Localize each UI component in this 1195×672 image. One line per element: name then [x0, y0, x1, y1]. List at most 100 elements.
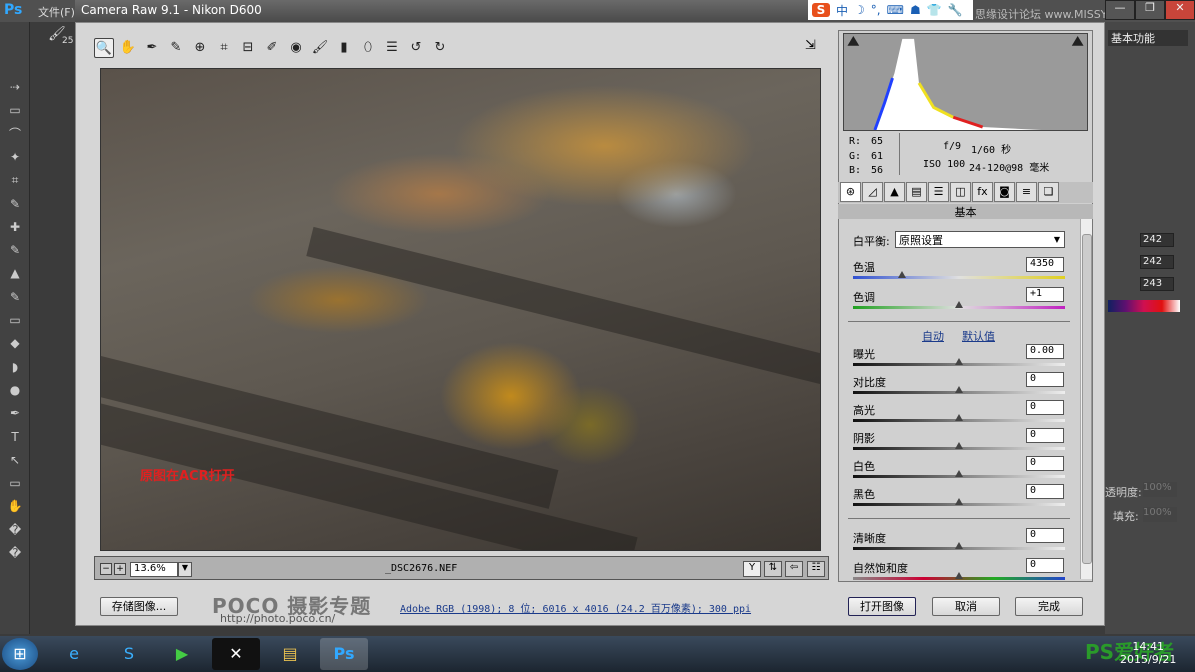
open-image-button[interactable]: 打开图像	[848, 597, 916, 616]
save-image-button[interactable]: 存储图像...	[100, 597, 178, 616]
slider-value-field[interactable]: 0	[1026, 372, 1064, 387]
slider-value-field[interactable]: 0	[1026, 456, 1064, 471]
fullscreen-icon[interactable]: ⇲	[805, 38, 823, 56]
tab-effects-icon[interactable]: fx	[972, 182, 993, 202]
tab-basic-icon[interactable]: ⊛	[840, 182, 861, 202]
graduated-filter-icon[interactable]: ▮	[334, 38, 354, 58]
color-ramp[interactable]	[1108, 300, 1180, 312]
straighten-tool-icon[interactable]: ⊟	[238, 38, 258, 58]
default-link[interactable]: 默认值	[962, 328, 995, 344]
media-player-icon[interactable]: ▶	[158, 638, 206, 670]
adjustment-brush-icon[interactable]: 🖌	[310, 38, 330, 58]
ps-tool-icon[interactable]: ▲	[7, 266, 23, 280]
ime-chinese[interactable]: 中	[836, 2, 848, 19]
tab-presets-icon[interactable]: ≡	[1016, 182, 1037, 202]
slider-thumb[interactable]	[955, 572, 963, 579]
slider-thumb[interactable]	[955, 542, 963, 549]
ime-moon-icon[interactable]: ☽	[854, 3, 865, 17]
targeted-adjustment-icon[interactable]: ⊕	[190, 38, 210, 58]
close-button[interactable]: ✕	[1165, 0, 1195, 20]
tab-hsl-icon[interactable]: ▤	[906, 182, 927, 202]
ps-tool-icon[interactable]: T	[7, 430, 23, 444]
slider-thumb[interactable]	[955, 442, 963, 449]
opacity-field[interactable]: 100%	[1143, 482, 1177, 497]
panel-scrollbar[interactable]	[1080, 219, 1092, 579]
slider-value-field[interactable]: 0.00	[1026, 344, 1064, 359]
slider-thumb[interactable]	[955, 498, 963, 505]
preview-settings-icon[interactable]: ☷	[807, 561, 825, 577]
ps-tool-icon[interactable]: ◆	[7, 336, 23, 350]
zoom-tool-icon[interactable]: 🔍	[94, 38, 114, 58]
before-after-icon[interactable]: Y	[743, 561, 761, 577]
color-value[interactable]: 242	[1140, 233, 1174, 247]
preferences-icon[interactable]: ☰	[382, 38, 402, 58]
app-icon[interactable]: ✕	[212, 638, 260, 670]
tab-camera-calibration-icon[interactable]: ◙	[994, 182, 1015, 202]
slider-value-field[interactable]: 0	[1026, 428, 1064, 443]
rotate-right-icon[interactable]: ↻	[430, 38, 450, 58]
white-balance-select[interactable]: 原照设置 ▼	[895, 231, 1065, 248]
workspace-select[interactable]: 基本功能	[1108, 30, 1188, 46]
spot-removal-icon[interactable]: ✐	[262, 38, 282, 58]
brush-size[interactable]: 25	[62, 36, 73, 46]
color-value[interactable]: 242	[1140, 255, 1174, 269]
auto-link[interactable]: 自动	[922, 328, 944, 344]
photoshop-task[interactable]: Ps	[320, 638, 368, 670]
slider-thumb[interactable]	[955, 470, 963, 477]
slider-track[interactable]	[853, 276, 1065, 279]
ps-tool-icon[interactable]: �	[7, 546, 23, 560]
slider-value-field[interactable]: 0	[1026, 400, 1064, 415]
slider-thumb[interactable]	[955, 386, 963, 393]
tab-detail-icon[interactable]: ▲	[884, 182, 905, 202]
swap-icon[interactable]: ⇅	[764, 561, 782, 577]
ime-skin-icon[interactable]: 👕	[927, 3, 942, 17]
ps-tool-icon[interactable]: ✒	[7, 406, 23, 420]
ps-tool-icon[interactable]: ⌗	[7, 173, 23, 187]
tab-split-toning-icon[interactable]: ☰	[928, 182, 949, 202]
color-value[interactable]: 243	[1140, 277, 1174, 291]
slider-thumb[interactable]	[955, 414, 963, 421]
menu-file[interactable]: 文件(F)	[38, 4, 75, 20]
ps-tool-icon[interactable]: ▭	[7, 476, 23, 490]
rotate-left-icon[interactable]: ↺	[406, 38, 426, 58]
minimize-button[interactable]: —	[1105, 0, 1135, 20]
slider-thumb[interactable]	[955, 301, 963, 308]
restore-button[interactable]: ❐	[1135, 0, 1165, 20]
ps-tool-icon[interactable]: ✋	[7, 499, 23, 513]
ps-tool-icon[interactable]: ✦	[7, 150, 23, 164]
workflow-options-link[interactable]: Adobe RGB (1998); 8 位; 6016 x 4016 (24.2…	[400, 600, 751, 615]
white-balance-tool-icon[interactable]: ✒	[142, 38, 162, 58]
slider-thumb[interactable]	[897, 271, 906, 278]
ps-tool-icon[interactable]: ◗	[7, 360, 23, 374]
clock[interactable]: 14:41 2015/9/21	[1120, 640, 1176, 666]
color-sampler-icon[interactable]: ✎	[166, 38, 186, 58]
sogou-browser-icon[interactable]: S	[105, 638, 153, 670]
ps-tool-icon[interactable]: ⇢	[7, 80, 23, 94]
ps-tool-icon[interactable]: ↖	[7, 453, 23, 467]
cancel-button[interactable]: 取消	[932, 597, 1000, 616]
done-button[interactable]: 完成	[1015, 597, 1083, 616]
hand-tool-icon[interactable]: ✋	[118, 38, 138, 58]
ps-tool-icon[interactable]: ⌒	[7, 127, 23, 141]
ps-tool-icon[interactable]: ✎	[7, 243, 23, 257]
copy-settings-icon[interactable]: ⇦	[785, 561, 803, 577]
slider-value-field[interactable]: 0	[1026, 558, 1064, 573]
ps-tool-icon[interactable]: ✚	[7, 220, 23, 234]
start-button[interactable]: ⊞	[2, 638, 38, 670]
zoom-in-button[interactable]: +	[114, 563, 126, 575]
ime-user-icon[interactable]: ☗	[910, 3, 921, 17]
zoom-dropdown[interactable]: ▼	[178, 562, 192, 577]
tab-lens-icon[interactable]: ◫	[950, 182, 971, 202]
slider-value-field[interactable]: 0	[1026, 528, 1064, 543]
slider-value-field[interactable]: +1	[1026, 287, 1064, 302]
crop-tool-icon[interactable]: ⌗	[214, 38, 234, 58]
radial-filter-icon[interactable]: ⬯	[358, 38, 378, 58]
slider-value-field[interactable]: 0	[1026, 484, 1064, 499]
ps-tool-icon[interactable]: ▭	[7, 103, 23, 117]
tab-snapshots-icon[interactable]: ❏	[1038, 182, 1059, 202]
ime-keyboard-icon[interactable]: ⌨	[887, 3, 904, 17]
explorer-icon[interactable]: ▤	[266, 638, 314, 670]
ps-tool-icon[interactable]: ✎	[7, 290, 23, 304]
ime-bar[interactable]: S 中 ☽ °, ⌨ ☗ 👕 🔧	[808, 0, 973, 20]
zoom-level-field[interactable]: 13.6%	[130, 562, 178, 577]
